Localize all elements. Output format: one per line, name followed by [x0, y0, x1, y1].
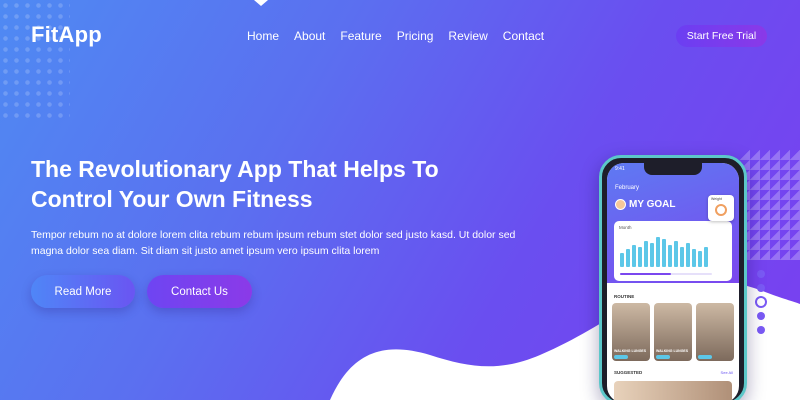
phone-notch — [644, 163, 702, 175]
phone-goal-title: MY GOAL — [629, 199, 676, 210]
goal-bar — [680, 247, 684, 267]
goal-bar-chart — [620, 235, 712, 267]
goal-bar — [644, 241, 648, 267]
goal-bar — [686, 243, 690, 267]
goal-bar — [668, 245, 672, 267]
goal-bar — [698, 251, 702, 267]
goal-bar — [638, 247, 642, 267]
weight-label: Weight — [711, 197, 722, 201]
routine-tile-tag — [614, 355, 628, 359]
routine-tile-tag — [656, 355, 670, 359]
goal-bar — [620, 253, 624, 267]
goal-bar — [674, 241, 678, 267]
slider-pager — [757, 270, 765, 334]
goal-bar — [650, 243, 654, 267]
hero-section: FitApp Home About Feature Pricing Review… — [0, 0, 800, 400]
pager-dot[interactable] — [757, 312, 765, 320]
phone-header: 9:41 February MY GOAL Month — [607, 163, 739, 283]
goal-bar — [704, 247, 708, 267]
routine-tile-caption: WALKING LUNGES — [656, 349, 689, 353]
phone-time: 9:41 — [615, 166, 625, 172]
goal-bar — [662, 239, 666, 267]
goal-progress-fill — [620, 273, 671, 275]
suggested-card — [614, 381, 732, 400]
goal-progress-bar — [620, 273, 712, 275]
see-all-link: See All — [720, 370, 733, 375]
month-select: Month — [619, 225, 632, 230]
phone-mockup: 9:41 February MY GOAL Month Weight ROUTI… — [599, 155, 747, 400]
weight-widget: Weight — [708, 195, 734, 221]
phone-screen: 9:41 February MY GOAL Month Weight ROUTI… — [607, 163, 739, 400]
goal-bar — [656, 237, 660, 267]
goal-chart-card: Month — [614, 221, 732, 281]
pager-dot[interactable] — [757, 284, 765, 292]
pager-dot-active[interactable] — [757, 298, 765, 306]
routine-tile-tag — [698, 355, 712, 359]
routine-tile: WALKING LUNGES — [612, 303, 650, 361]
routine-tile: WALKING LUNGES — [654, 303, 692, 361]
pager-dot[interactable] — [757, 270, 765, 278]
routine-tile-caption: WALKING LUNGES — [614, 349, 647, 353]
avatar — [615, 199, 626, 210]
phone-month-label: February — [615, 185, 640, 191]
routine-tile — [696, 303, 734, 361]
routine-label: ROUTINE — [614, 294, 635, 299]
goal-bar — [626, 249, 630, 267]
weight-ring-icon — [715, 204, 727, 216]
goal-bar — [692, 249, 696, 267]
goal-bar — [632, 245, 636, 267]
suggested-label: SUGGESTED — [614, 370, 643, 375]
pager-dot[interactable] — [757, 326, 765, 334]
